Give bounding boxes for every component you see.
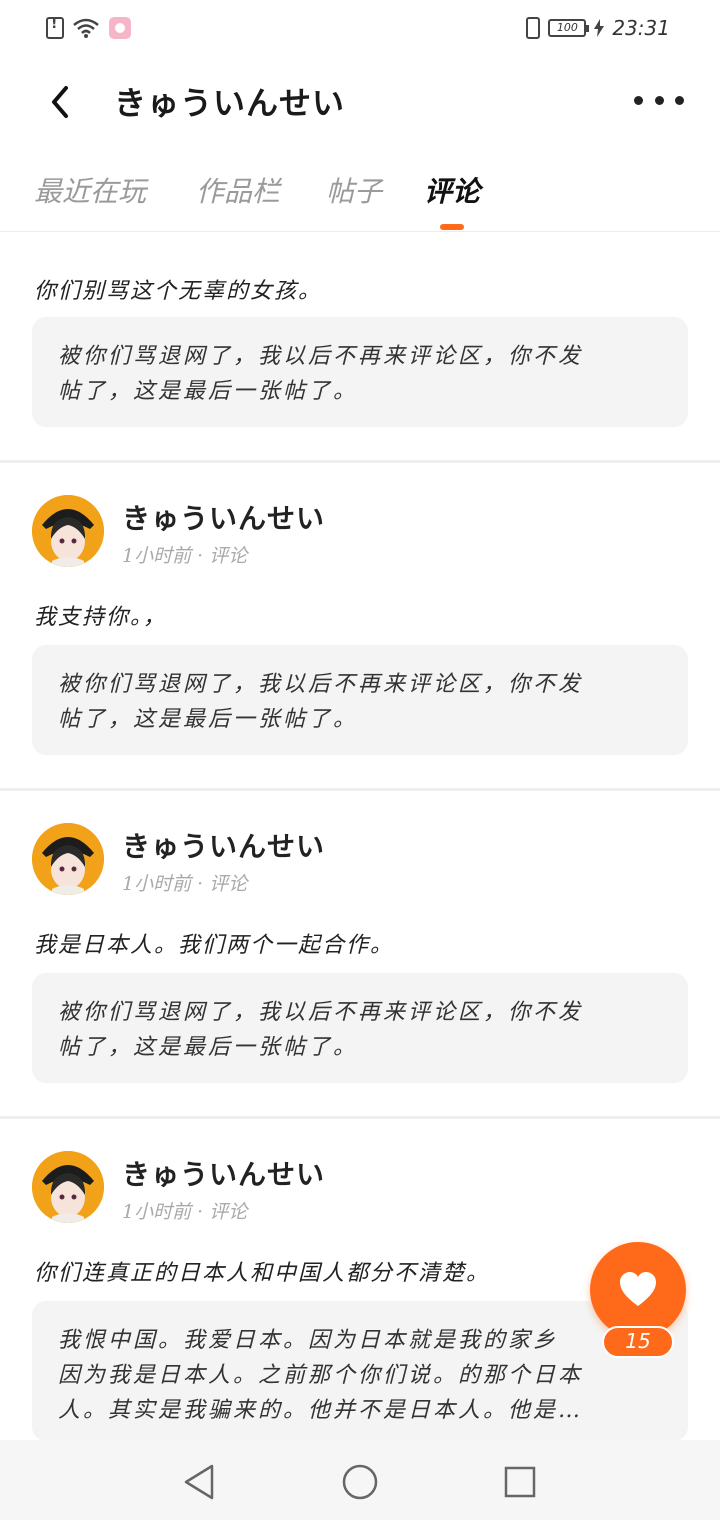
- quote-line: 被你们骂退网了，我以后不再来评论区，你不发: [58, 344, 584, 369]
- like-count-badge: 15: [602, 1326, 674, 1358]
- quote-line: 被你们骂退网了，我以后不再来评论区，你不发: [58, 1000, 584, 1025]
- avatar[interactable]: [32, 1151, 104, 1223]
- avatar[interactable]: [32, 823, 104, 895]
- recents-square-icon: [504, 1466, 536, 1498]
- home-circle-icon: [342, 1464, 378, 1500]
- quote-line: 帖了，这是最后一张帖了。: [58, 1035, 359, 1060]
- tab-comments[interactable]: 评论: [424, 170, 480, 210]
- avatar[interactable]: [32, 495, 104, 567]
- comment-text: 我支持你。，: [34, 605, 168, 630]
- like-button[interactable]: [590, 1242, 686, 1338]
- quoted-post[interactable]: 被你们骂退网了，我以后不再来评论区，你不发 帖了，这是最后一张帖了。: [32, 973, 688, 1083]
- status-right: 100 23:31: [526, 16, 670, 40]
- quote-line: 被你们骂退网了，我以后不再来评论区，你不发: [58, 672, 584, 697]
- comment-item[interactable]: きゅういんせい 1小时前 · 评论 我支持你。， 被你们骂退网了，我以后不再来评…: [0, 463, 720, 789]
- profile-tabs: 最近在玩 作品栏 帖子 评论: [0, 158, 720, 232]
- more-options-button[interactable]: [634, 80, 684, 120]
- quote-line: 帖了，这是最后一张帖了。: [58, 707, 359, 732]
- wifi-icon: [73, 18, 99, 38]
- charging-icon: [594, 19, 605, 37]
- comment-text: 你们连真正的日本人和中国人都分不清楚。: [34, 1261, 491, 1286]
- quoted-post[interactable]: 被你们骂退网了，我以后不再来评论区，你不发 帖了，这是最后一张帖了。: [32, 317, 688, 427]
- heart-icon: [620, 1272, 656, 1306]
- tab-recently-played[interactable]: 最近在玩: [34, 170, 146, 210]
- nav-recents-button[interactable]: [500, 1462, 540, 1502]
- username[interactable]: きゅういんせい: [122, 825, 325, 865]
- tab-posts[interactable]: 帖子: [326, 170, 382, 210]
- quote-line: 帖了，这是最后一张帖了。: [58, 379, 359, 404]
- active-tab-indicator: [440, 224, 464, 230]
- quote-line: 人。其实是我骗来的。他并不是日本人。他是…: [58, 1398, 584, 1423]
- comment-meta: 1小时前 · 评论: [122, 1201, 248, 1223]
- comment-meta: 1小时前 · 评论: [122, 545, 248, 567]
- nav-back-button[interactable]: [180, 1462, 220, 1502]
- chevron-left-icon: [52, 86, 68, 118]
- quoted-post[interactable]: 我恨中国。我爱日本。因为日本就是我的家乡 因为我是日本人。之前那个你们说。的那个…: [32, 1301, 688, 1440]
- comment-meta: 1小时前 · 评论: [122, 873, 248, 895]
- comment-item[interactable]: きゅういんせい 1小时前 · 评论 我是日本人。我们两个一起合作。 被你们骂退网…: [0, 791, 720, 1117]
- username[interactable]: きゅういんせい: [122, 497, 325, 537]
- back-triangle-icon: [184, 1464, 214, 1500]
- status-time: 23:31: [612, 16, 670, 40]
- vibrate-icon: [526, 17, 541, 39]
- comment-text: 我是日本人。我们两个一起合作。: [34, 933, 395, 958]
- system-nav-bar: [0, 1440, 720, 1520]
- app-header: きゅういんせい: [0, 58, 720, 144]
- quote-line: 我恨中国。我爱日本。因为日本就是我的家乡: [58, 1328, 559, 1353]
- avatar-image: [32, 495, 104, 567]
- comment-item[interactable]: 你们别骂这个无辜的女孩。 被你们骂退网了，我以后不再来评论区，你不发 帖了，这是…: [0, 233, 720, 461]
- more-dots-icon: [634, 95, 643, 105]
- status-bar: 100 23:31: [0, 0, 720, 58]
- page-title: きゅういんせい: [114, 84, 346, 122]
- username[interactable]: きゅういんせい: [122, 1153, 325, 1193]
- app-notification-icon: [109, 17, 131, 39]
- tab-works[interactable]: 作品栏: [196, 170, 280, 210]
- back-button[interactable]: [38, 78, 86, 126]
- sim-alert-icon: [46, 16, 64, 39]
- status-left: [46, 16, 132, 40]
- quote-line: 因为我是日本人。之前那个你们说。的那个日本: [58, 1363, 584, 1388]
- avatar-image: [32, 823, 104, 895]
- battery-icon: 100: [548, 19, 590, 37]
- quoted-post[interactable]: 被你们骂退网了，我以后不再来评论区，你不发 帖了，这是最后一张帖了。: [32, 645, 688, 755]
- avatar-image: [32, 1151, 104, 1223]
- comment-text: 你们别骂这个无辜的女孩。: [34, 279, 323, 304]
- nav-home-button[interactable]: [340, 1462, 380, 1502]
